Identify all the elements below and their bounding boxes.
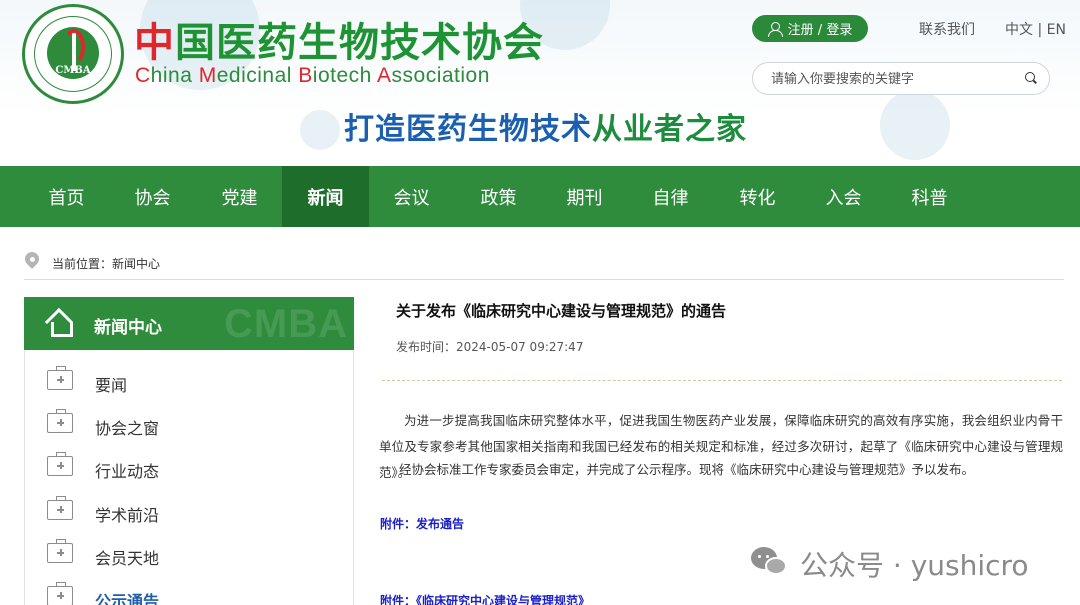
wechat-icon [751, 545, 789, 577]
sidebar-menu: 要闻 协会之窗 行业动态 学术前沿 会员天地 公示通告 [24, 350, 354, 605]
sidebar-item-label: 行业动态 [95, 462, 160, 481]
article-date: 发布时间：2024-05-07 09:27:47 [396, 340, 584, 354]
sidebar-item-label: 要闻 [95, 376, 128, 395]
nav-item-self-discipline[interactable]: 自律 [627, 166, 714, 227]
nav-item-party[interactable]: 党建 [196, 166, 283, 227]
sidebar-item-members[interactable]: 会员天地 [25, 533, 355, 576]
nav-item-science[interactable]: 科普 [886, 166, 973, 227]
plus-box-icon [47, 452, 73, 476]
logo-abbr: CMBA [55, 65, 91, 76]
nav-item-join[interactable]: 入会 [800, 166, 887, 227]
sidebar-item-notices[interactable]: 公示通告 [25, 576, 355, 605]
sidebar-header: 新闻中心 CMBA [24, 297, 354, 350]
plus-box-icon [47, 366, 73, 390]
plus-box-icon [47, 496, 73, 520]
attachment-link-notice[interactable]: 附件：发布通告 [380, 515, 464, 532]
nav-item-meetings[interactable]: 会议 [368, 166, 455, 227]
search-icon[interactable] [1025, 72, 1037, 84]
sidebar-item-label: 学术前沿 [95, 506, 160, 525]
contact-us-link[interactable]: 联系我们 [919, 19, 975, 39]
sidebar-item-academic-frontier[interactable]: 学术前沿 [25, 490, 355, 533]
article-divider [382, 380, 1062, 381]
plus-box-icon [47, 582, 73, 605]
article-title: 关于发布《临床研究中心建设与管理规范》的通告 [396, 302, 727, 320]
search-box [752, 62, 1050, 95]
language-switch[interactable]: 中文 | EN [1005, 19, 1066, 39]
plus-box-icon [47, 409, 73, 433]
site-header: CMBA 中国医药生物技术协会 China Medicinal Biotech … [0, 0, 1080, 166]
logo-seal[interactable]: CMBA [22, 4, 124, 104]
wechat-watermark-text: 公众号 · yushicro [800, 549, 1029, 582]
login-register-label: 注册 / 登录 [787, 23, 853, 38]
search-input[interactable] [771, 69, 1011, 89]
sidebar-item-industry-news[interactable]: 行业动态 [25, 446, 355, 489]
login-register-button[interactable]: 注册 / 登录 [752, 15, 868, 42]
sidebar-item-headlines[interactable]: 要闻 [25, 360, 355, 403]
home-icon [46, 311, 73, 337]
logo-name-en[interactable]: China Medicinal Biotech Association [135, 64, 490, 88]
sidebar-watermark: CMBA [224, 302, 348, 346]
article-paragraph: 经协会标准工作专家委员会审定，并完成了公示程序。现将《临床研究中心建设与管理规范… [399, 462, 975, 477]
sidebar-item-label: 会员天地 [95, 549, 160, 568]
user-icon [767, 21, 783, 37]
nav-item-news[interactable]: 新闻 [282, 166, 369, 227]
breadcrumb: 当前位置：新闻中心 [52, 257, 161, 271]
sidebar-item-association-window[interactable]: 协会之窗 [25, 403, 355, 446]
nav-item-journals[interactable]: 期刊 [541, 166, 628, 227]
main-nav: 首页 协会 党建 新闻 会议 政策 期刊 自律 转化 入会 科普 [0, 166, 1080, 227]
sidebar-item-label: 协会之窗 [95, 419, 160, 438]
breadcrumb-divider [24, 279, 1064, 280]
location-pin-icon [25, 252, 39, 270]
snake-icon [63, 29, 85, 65]
sidebar-item-label: 公示通告 [95, 592, 160, 605]
nav-item-policy[interactable]: 政策 [455, 166, 542, 227]
sidebar-title: 新闻中心 [94, 318, 162, 338]
slogan: 打造医药生物技术从业者之家 [344, 112, 747, 147]
nav-item-transformation[interactable]: 转化 [714, 166, 801, 227]
attachment-link-standard[interactable]: 附件：《临床研究中心建设与管理规范》 [380, 592, 590, 605]
nav-item-association[interactable]: 协会 [109, 166, 196, 227]
nav-item-home[interactable]: 首页 [23, 166, 110, 227]
plus-box-icon [47, 539, 73, 563]
logo-name-cn[interactable]: 中国医药生物技术协会 [134, 10, 544, 68]
